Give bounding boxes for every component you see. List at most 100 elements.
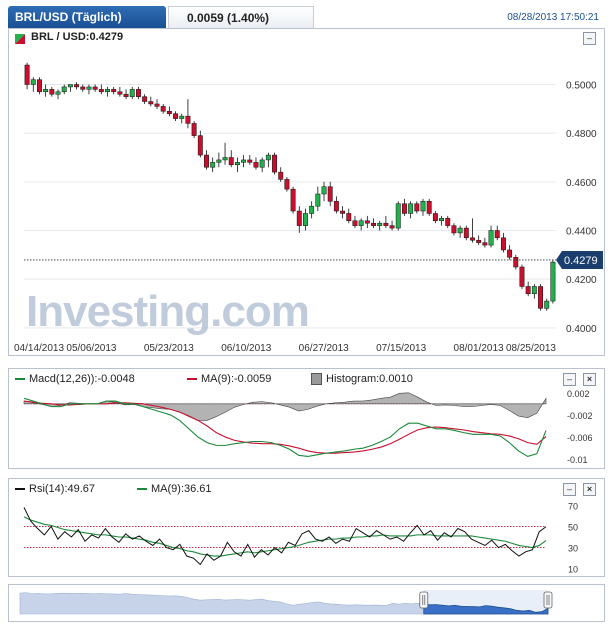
candle <box>191 123 197 136</box>
candle <box>296 210 302 226</box>
candle <box>333 201 339 212</box>
timestamp: 08/28/2013 17:50:21 <box>507 12 599 23</box>
navigator-svg[interactable] <box>0 584 613 620</box>
candle <box>426 201 432 214</box>
minimize-rsi-button[interactable]: – <box>563 483 576 496</box>
candle <box>61 86 67 93</box>
rsi-y-tick-label: 50 <box>568 522 578 532</box>
candle <box>166 111 172 114</box>
candle <box>364 220 370 224</box>
rsi-label: Rsi(14):49.67 <box>29 483 96 495</box>
candle <box>253 162 259 168</box>
candle <box>290 188 296 212</box>
navigator-handle[interactable] <box>543 591 553 609</box>
close-rsi-button[interactable]: × <box>583 483 596 496</box>
candle <box>327 186 333 202</box>
candle <box>414 203 420 212</box>
macd-y-tick-label: 0.002 <box>567 389 590 399</box>
x-tick-label: 07/15/2013 <box>376 343 426 354</box>
candle <box>340 210 346 214</box>
candle <box>315 193 321 207</box>
candle <box>470 237 475 241</box>
candle <box>525 286 531 295</box>
rsi-y-tick-label: 10 <box>568 565 578 575</box>
candle <box>451 225 457 234</box>
candle <box>432 213 438 222</box>
x-tick-label: 06/27/2013 <box>299 343 349 354</box>
candle <box>55 91 61 95</box>
candle <box>98 89 104 93</box>
candle <box>513 257 519 268</box>
candle <box>389 225 395 229</box>
candle <box>531 286 537 295</box>
y-tick-label: 0.4800 <box>566 129 597 140</box>
rsi-y-tick-label: 70 <box>568 501 578 511</box>
macd-chart-svg: 0.002 -0.002 -0.006 -0.01 <box>23 389 593 465</box>
macd-ma-label: MA(9):-0.0059 <box>201 373 272 385</box>
candle <box>154 103 160 107</box>
candle <box>37 79 42 93</box>
rsi-y-tick-label: 30 <box>568 544 578 554</box>
macd-label: Macd(12,26)):-0.0048 <box>29 373 135 385</box>
candle <box>371 222 376 226</box>
candle <box>550 261 556 302</box>
main-chart-svg: Investing.com 0.5000 0.4800 0.4600 0.4400 0.… <box>14 62 603 354</box>
candle <box>463 227 469 239</box>
candle <box>241 159 247 163</box>
candle <box>408 203 414 214</box>
navigator-handle[interactable] <box>419 591 429 609</box>
candle <box>377 222 383 226</box>
macd-y-tick-label: -0.01 <box>567 455 588 465</box>
candle <box>80 86 86 90</box>
candle <box>383 222 389 226</box>
candle <box>185 115 191 124</box>
chart-header: BRL/USD (Täglich) 0.0059 (1.40%) 08/28/2… <box>8 6 605 30</box>
candle <box>284 179 290 190</box>
histogram-label: Histogram:0.0010 <box>326 373 413 385</box>
y-tick-label: 0.5000 <box>566 81 597 92</box>
candle <box>228 157 234 166</box>
candle <box>105 89 110 93</box>
investing-watermark: Investing.com <box>26 287 309 336</box>
candle <box>148 101 154 105</box>
rsi-chart-svg: 70 50 30 10 <box>23 501 578 575</box>
x-tick-label: 08/01/2013 <box>454 343 504 354</box>
macd-swatch <box>15 378 25 381</box>
close-macd-button[interactable]: × <box>583 373 596 386</box>
y-tick-label: 0.4200 <box>566 275 597 286</box>
y-tick-label: 0.4400 <box>566 227 597 238</box>
candle <box>222 157 228 161</box>
candle <box>482 242 488 246</box>
candle <box>86 86 92 90</box>
change-box: 0.0059 (1.40%) <box>168 6 314 29</box>
candle <box>272 154 277 173</box>
candle <box>544 300 550 309</box>
x-tick-label: 05/06/2013 <box>66 343 116 354</box>
macd-y-tick-label: -0.002 <box>567 411 593 421</box>
candle <box>210 162 216 168</box>
x-tick-label: 05/23/2013 <box>144 343 194 354</box>
pair-tab[interactable]: BRL/USD (Täglich) <box>8 6 166 28</box>
candle <box>129 89 135 97</box>
candle <box>247 159 253 163</box>
candle <box>173 113 179 119</box>
minimize-macd-button[interactable]: – <box>563 373 576 386</box>
candle <box>278 171 284 180</box>
candle <box>494 230 500 239</box>
candle <box>457 227 463 234</box>
last-price-label: 0.4279 <box>564 255 598 267</box>
candle <box>92 86 98 90</box>
candle <box>234 162 240 166</box>
candle <box>204 154 209 168</box>
x-tick-label: 08/25/2013 <box>506 343 556 354</box>
rsi-ma-swatch <box>137 488 147 491</box>
macd-line <box>23 397 547 458</box>
candle <box>49 89 55 95</box>
macd-histogram <box>23 392 547 421</box>
candle <box>197 135 203 156</box>
y-tick-label: 0.4000 <box>566 324 597 335</box>
candle <box>24 64 30 85</box>
candle <box>321 186 327 195</box>
candle <box>538 286 543 309</box>
x-tick-label: 06/10/2013 <box>221 343 271 354</box>
